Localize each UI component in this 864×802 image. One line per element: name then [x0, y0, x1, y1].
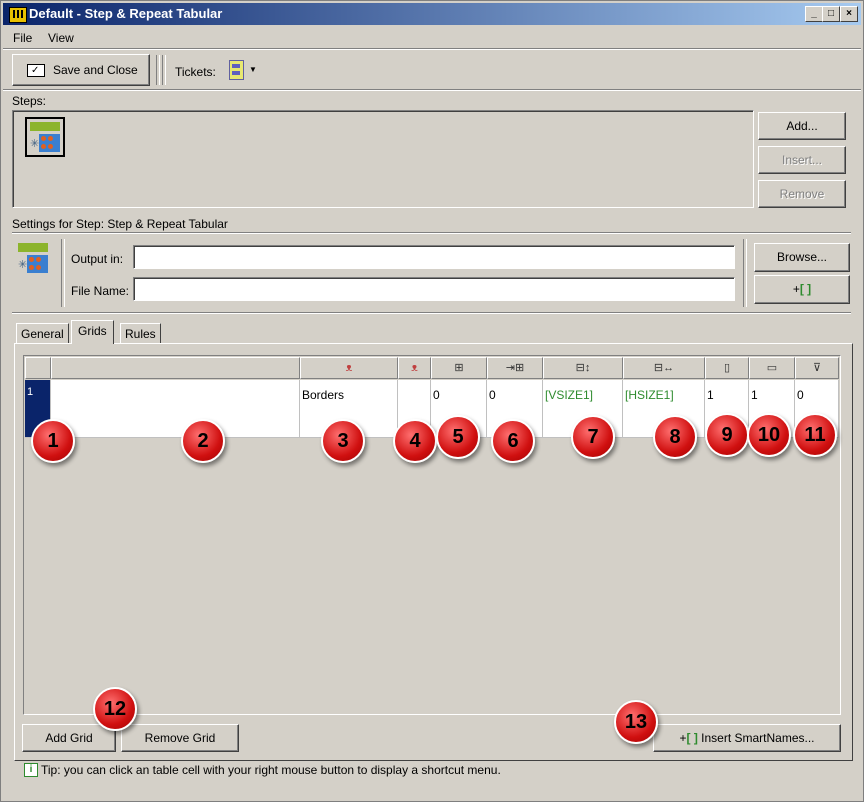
divider — [3, 48, 861, 50]
callout-badge: 1 — [31, 419, 75, 463]
callout-badge: 2 — [181, 419, 225, 463]
step-repeat-step-icon[interactable]: ✳ — [25, 117, 65, 157]
toolbar-separator — [156, 55, 160, 85]
save-and-close-label: Save and Close — [53, 63, 138, 77]
callout-badge: 4 — [393, 419, 437, 463]
grid-name-cell[interactable] — [51, 380, 300, 438]
columns-count-icon[interactable]: ⊞ — [431, 357, 487, 379]
add-step-button[interactable]: Add... — [758, 112, 846, 140]
callout-badge: 7 — [571, 415, 615, 459]
horizontal-size-icon[interactable]: ⊟↔ — [623, 357, 705, 379]
row-number-header — [25, 357, 51, 379]
divider — [12, 312, 851, 314]
smartname-brackets-icon: [ ] — [686, 731, 698, 745]
toolbar-separator — [162, 55, 166, 85]
dialog-window: Default - Step & Repeat Tabular _ □ × Fi… — [0, 0, 864, 802]
tab-rules[interactable]: Rules — [120, 323, 161, 343]
menu-bar: File View — [3, 27, 861, 47]
file-name-field[interactable] — [133, 277, 735, 301]
vertical-gap-icon[interactable]: ▯ — [705, 357, 749, 379]
browse-button[interactable]: Browse... — [754, 243, 850, 272]
add-grid-button[interactable]: Add Grid — [22, 724, 116, 752]
info-icon: i — [24, 763, 38, 777]
smartname-brackets-icon: [ ] — [799, 282, 812, 296]
remove-step-button[interactable]: Remove — [758, 180, 846, 208]
callout-badge: 12 — [93, 687, 137, 731]
callout-badge: 8 — [653, 415, 697, 459]
callout-badge: 10 — [747, 413, 791, 457]
output-in-field[interactable] — [133, 245, 735, 269]
app-icon — [9, 7, 27, 23]
tickets-label: Tickets: — [175, 65, 216, 79]
vertical-size-icon[interactable]: ⊟↕ — [543, 357, 623, 379]
insert-smartnames-button[interactable]: +[ ] Insert SmartNames... — [653, 724, 841, 752]
callout-badge: 5 — [436, 415, 480, 459]
insert-step-button[interactable]: Insert... — [758, 146, 846, 174]
file-name-label: File Name: — [71, 284, 130, 298]
tip-text: Tip: you can click an table cell with yo… — [41, 763, 501, 777]
menu-file[interactable]: File — [13, 31, 32, 45]
remove-grid-button[interactable]: Remove Grid — [121, 724, 239, 752]
output-in-label: Output in: — [71, 252, 124, 266]
callout-badge: 3 — [321, 419, 365, 463]
divider — [12, 232, 851, 234]
minimize-button[interactable]: _ — [805, 6, 823, 22]
tab-general[interactable]: General — [16, 323, 69, 343]
divider — [3, 89, 861, 91]
window-title: Default - Step & Repeat Tabular — [29, 6, 223, 21]
steps-list[interactable]: ✳ — [12, 110, 754, 208]
callout-badge: 11 — [793, 413, 837, 457]
callout-badge: 13 — [614, 700, 658, 744]
settings-heading: Settings for Step: Step & Repeat Tabular — [12, 217, 228, 231]
step-repeat-icon: ✳ — [16, 241, 50, 275]
horizontal-gap-icon[interactable]: ▭ — [749, 357, 795, 379]
title-bar: Default - Step & Repeat Tabular _ □ × — [3, 3, 861, 25]
marks-alt-column-icon[interactable]: ᴥ — [398, 357, 431, 379]
name-column-header[interactable] — [51, 357, 300, 379]
steps-label: Steps: — [12, 94, 47, 108]
insert-smartname-button[interactable]: +[ ] — [754, 275, 850, 304]
tickets-icon[interactable] — [229, 60, 244, 80]
rows-count-icon[interactable]: ⇥⊞ — [487, 357, 543, 379]
divider — [743, 239, 747, 307]
rotation-icon[interactable]: ⊽ — [795, 357, 839, 379]
save-check-icon: ✓ — [27, 64, 45, 77]
marks-column-icon[interactable]: ᴥ — [300, 357, 398, 379]
callout-badge: 6 — [491, 419, 535, 463]
callout-badge: 9 — [705, 413, 749, 457]
tab-grids[interactable]: Grids — [71, 320, 114, 344]
menu-view[interactable]: View — [48, 31, 74, 45]
close-button[interactable]: × — [840, 6, 858, 22]
tickets-dropdown-icon[interactable]: ▼ — [249, 65, 257, 74]
save-and-close-button[interactable]: ✓ Save and Close — [12, 54, 150, 86]
maximize-button[interactable]: □ — [822, 6, 840, 22]
divider — [61, 239, 65, 307]
